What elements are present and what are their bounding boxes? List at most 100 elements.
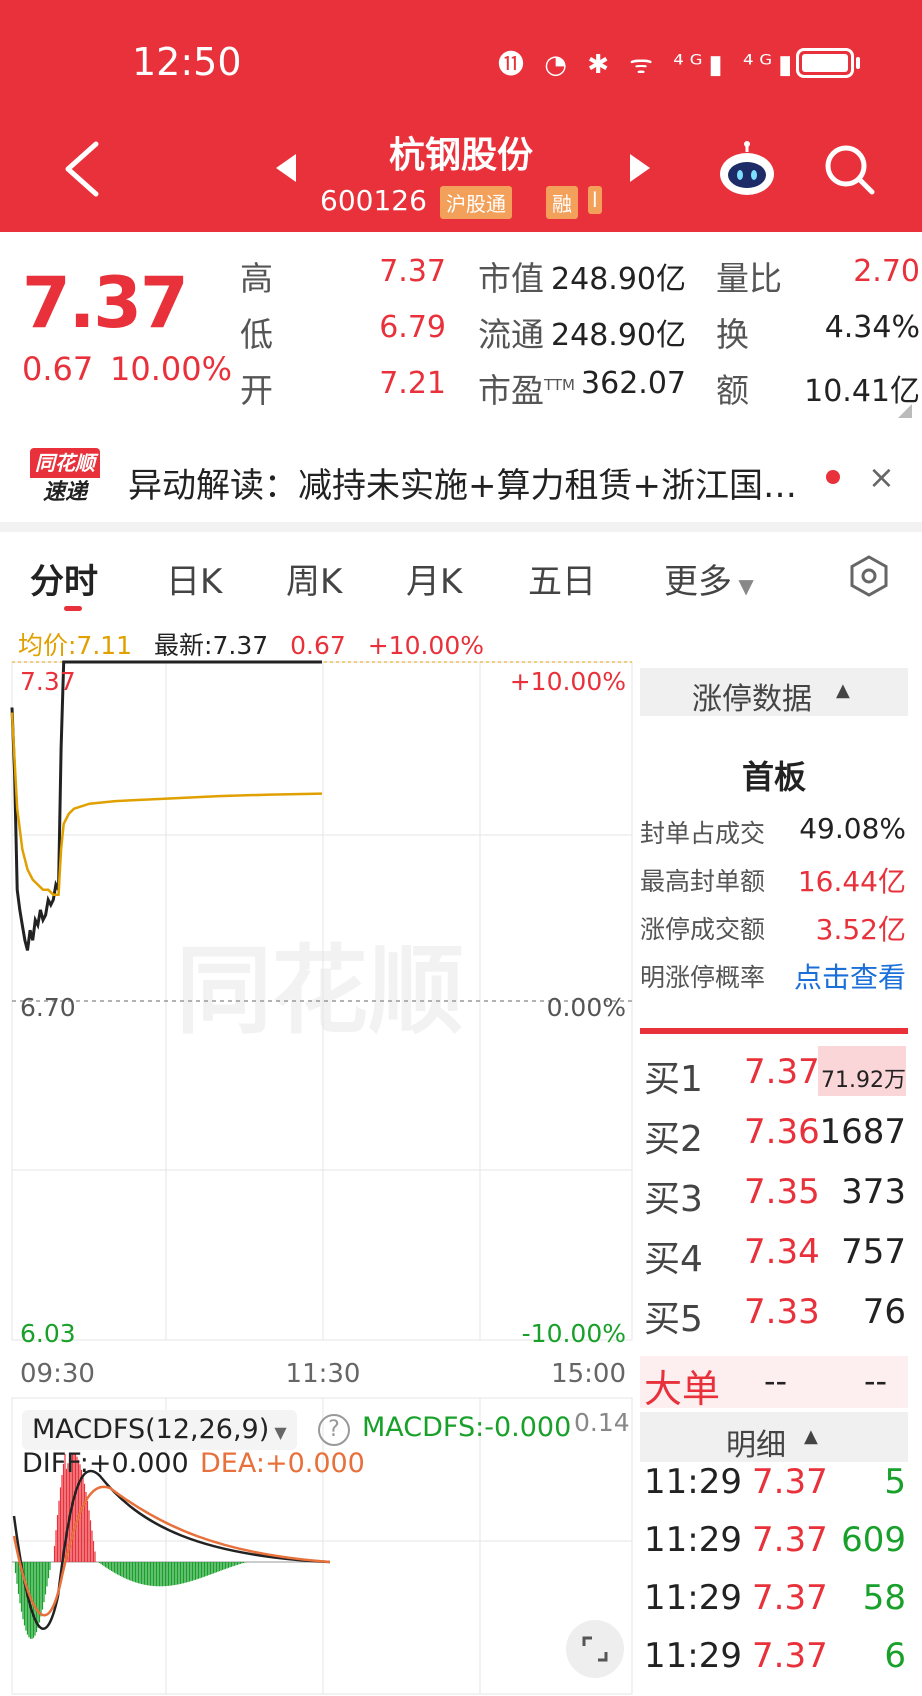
tag-hgt: 沪股通 [440,186,512,219]
limit-data-header[interactable]: 涨停数据 ▲ [640,668,908,717]
quote-label-low: 低 [240,315,273,354]
robot-icon [720,141,774,195]
quote-label-float: 流通 [478,315,544,354]
news-logo-top: 同花顺 [30,448,100,478]
big-order-v1: -- [764,1362,788,1400]
quote-label-open: 开 [240,371,273,410]
triangle-left-icon [276,154,296,182]
quote-label-pe: 市盈TTM [478,364,575,412]
y-left-mid: 6.70 [20,993,76,1022]
stat-value-seal-ratio: 49.08% [799,812,906,845]
orderbook-volume: 373 [841,1172,906,1212]
news-headline[interactable]: 异动解读：减持未实施+算力租赁+浙江国… [128,458,828,507]
detail-time: 11:29 [644,1578,742,1618]
caret-down-icon: ▼ [732,574,754,598]
tag-more: l [588,186,602,214]
x-label-noon: 11:30 [286,1359,361,1386]
detail-price: 7.37 [752,1462,828,1502]
stat-value-max-seal: 16.44亿 [797,865,906,898]
price-change-pct: 10.00% [110,350,233,388]
detail-price: 7.37 [752,1520,828,1560]
detail-time: 11:29 [644,1462,742,1502]
intraday-chart[interactable]: 同花顺 7.37 6.70 6.03 +10.00% 0.00% -10.00%… [0,650,640,1386]
hexagon-gear-icon [850,555,888,597]
y-left-top: 7.37 [20,667,76,696]
detail-time: 11:29 [644,1636,742,1676]
tab-active-indicator [64,606,82,611]
expand-corner-icon[interactable] [898,404,912,418]
detail-time: 11:29 [644,1520,742,1560]
panel-divider [640,1028,908,1034]
macd-help-icon[interactable]: ? [318,1414,350,1446]
prev-stock-button[interactable] [272,150,300,186]
orderbook-price[interactable]: 7.33 [744,1292,820,1332]
orderbook-price[interactable]: 7.36 [744,1112,820,1152]
orderbook-price[interactable]: 7.35 [744,1172,820,1212]
big-order-v2: -- [864,1362,888,1400]
y-right-mid: 0.00% [547,993,626,1022]
quote-label-turnover: 换 [716,315,749,354]
quote-value-high: 7.37 [379,254,446,289]
battery-icon [796,48,854,78]
stat-link-view[interactable]: 点击查看 [780,956,906,996]
quote-value-low: 6.79 [379,310,446,345]
tab-more[interactable]: 更多 ▼ [664,554,754,603]
quote-label-volratio: 量比 [716,259,782,298]
battery-tip [856,57,860,69]
fullscreen-button[interactable] [566,1620,624,1678]
orderbook-price[interactable]: 7.37 [744,1052,820,1092]
section-divider [0,522,922,532]
detail-volume: 58 [862,1578,906,1618]
triangle-right-icon [630,154,650,182]
orderbook-volume: 71.92万 [821,1068,906,1093]
orderbook-price[interactable]: 7.34 [744,1232,820,1272]
expand-icon [582,1636,608,1662]
stat-value-limit-amount: 3.52亿 [815,913,906,946]
stock-code: 600126 [320,184,427,217]
quote-label-mktcap: 市值 [478,259,544,298]
tab-five-day[interactable]: 五日 [528,554,596,603]
next-stock-button[interactable] [626,150,654,186]
tab-intraday[interactable]: 分时 [30,554,98,603]
tag-margin: 融 [546,186,578,219]
chart-watermark: 同花顺 [176,935,464,1047]
stat-label-max-seal: 最高封单额 [640,867,766,896]
x-label-open: 09:30 [20,1359,95,1386]
settings-button[interactable] [848,555,890,597]
diff-value: DIFF:+0.000 [22,1448,189,1479]
assistant-robot-button[interactable] [716,140,778,198]
caret-up-icon: ▲ [836,680,850,701]
price-change: 0.67 [22,350,94,388]
detail-volume: 609 [841,1520,906,1560]
big-order-row: 大单 -- -- [640,1356,908,1411]
quote-value-pe: 362.07 [581,366,686,401]
y-right-top: +10.00% [510,667,626,696]
detail-header[interactable]: 明细 ▲ [640,1412,908,1463]
tab-monthly-k[interactable]: 月K [406,554,462,603]
detail-price: 7.37 [752,1578,828,1618]
chart-series [10,660,323,951]
macd-selector[interactable]: MACDFS(12,26,9) ▼ [22,1410,297,1450]
stat-label-seal-ratio: 封单占成交 [640,819,766,848]
search-button[interactable] [822,142,878,198]
orderbook-label: 买3 [644,1179,703,1220]
status-icons: ⓫ ◔ ✱ ᯤ ⁴ᴳ▮ ⁴ᴳ▮ [498,50,799,80]
app-header: 12:50 ⓫ ◔ ✱ ᯤ ⁴ᴳ▮ ⁴ᴳ▮ 杭钢股份 600126 沪股通 融 … [0,0,922,232]
caret-down-icon: ▼ [269,1423,287,1442]
orderbook-volume: 757 [841,1232,906,1272]
macd-value: MACDFS:-0.000 [362,1412,572,1443]
detail-volume: 6 [884,1636,906,1676]
quote-label-high: 高 [240,259,273,298]
orderbook-volume: 76 [862,1292,906,1332]
stat-label-next-limit: 明涨停概率 [640,963,766,992]
board-count: 首板 [741,758,806,796]
unread-dot [826,470,840,484]
news-close-button[interactable]: × [868,458,895,496]
caret-up-icon: ▲ [804,1426,818,1447]
tab-weekly-k[interactable]: 周K [286,554,342,603]
tab-more-label: 更多 [664,562,732,602]
news-logo: 同花顺 速递 [30,448,106,510]
tab-daily-k[interactable]: 日K [166,554,222,603]
quote-value-float: 248.90亿 [551,318,686,353]
dea-value: DEA:+0.000 [200,1448,365,1479]
